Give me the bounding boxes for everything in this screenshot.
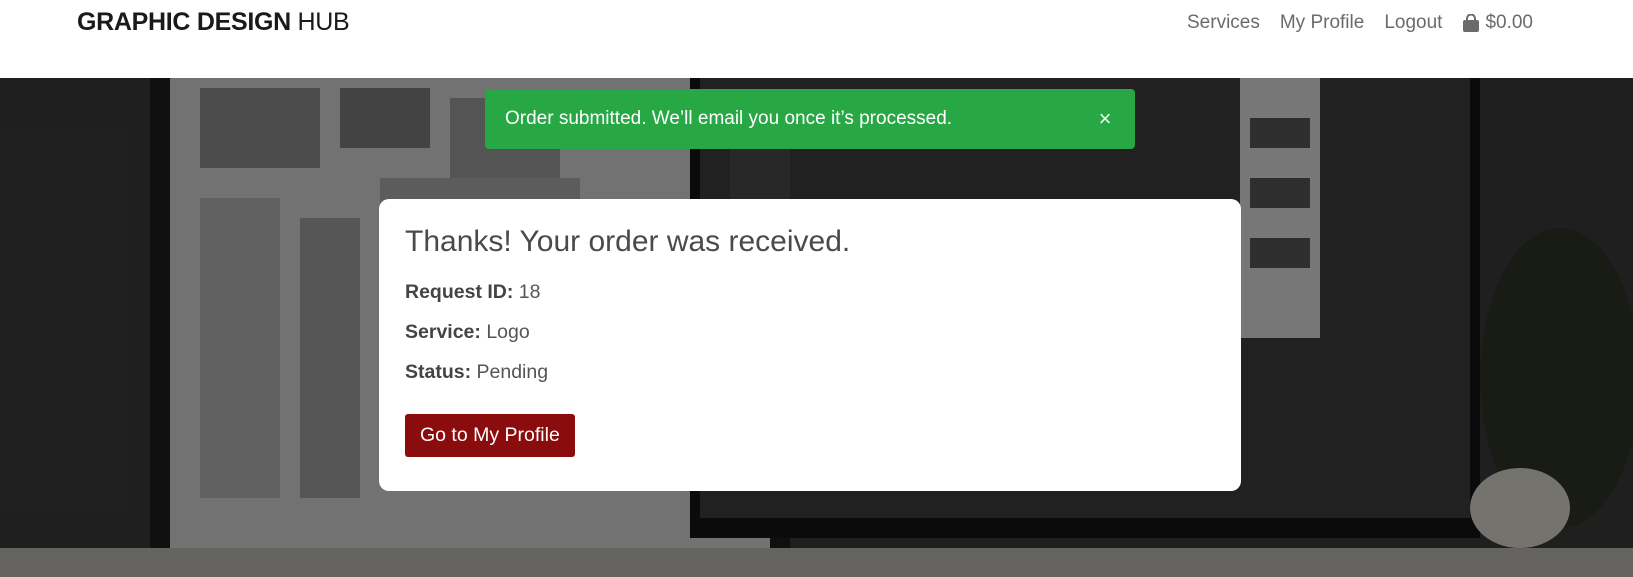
request-id-row: Request ID: 18 [405, 281, 1215, 304]
request-id-label: Request ID: [405, 281, 514, 303]
nav-links: Services My Profile Logout $0.00 [1187, 12, 1533, 34]
status-value: Pending [476, 361, 549, 383]
success-alert: Order submitted. We’ll email you once it… [485, 89, 1135, 149]
brand-name-light: HUB [297, 8, 350, 36]
order-confirmation-card: Thanks! Your order was received. Request… [379, 199, 1241, 491]
status-row: Status: Pending [405, 361, 1215, 384]
status-label: Status: [405, 361, 472, 383]
shopping-bag-icon [1462, 13, 1480, 33]
confirmation-title: Thanks! Your order was received. [405, 225, 851, 258]
nav-link-services[interactable]: Services [1187, 12, 1260, 34]
nav-link-my-profile[interactable]: My Profile [1280, 12, 1364, 34]
go-to-my-profile-button[interactable]: Go to My Profile [405, 414, 575, 457]
brand-logo[interactable]: GRAPHIC DESIGN HUB [77, 8, 350, 37]
cart-link[interactable]: $0.00 [1462, 12, 1533, 34]
service-row: Service: Logo [405, 321, 1215, 344]
brand-name-bold: GRAPHIC DESIGN [77, 8, 291, 36]
cart-total: $0.00 [1485, 12, 1533, 33]
alert-message: Order submitted. We’ll email you once it… [505, 108, 953, 129]
navbar: GRAPHIC DESIGN HUB Services My Profile L… [0, 0, 1633, 78]
close-icon[interactable]: × [1075, 106, 1135, 132]
service-label: Service: [405, 321, 481, 343]
nav-link-logout[interactable]: Logout [1384, 12, 1442, 34]
service-value: Logo [486, 321, 530, 343]
request-id-value: 18 [518, 281, 541, 303]
